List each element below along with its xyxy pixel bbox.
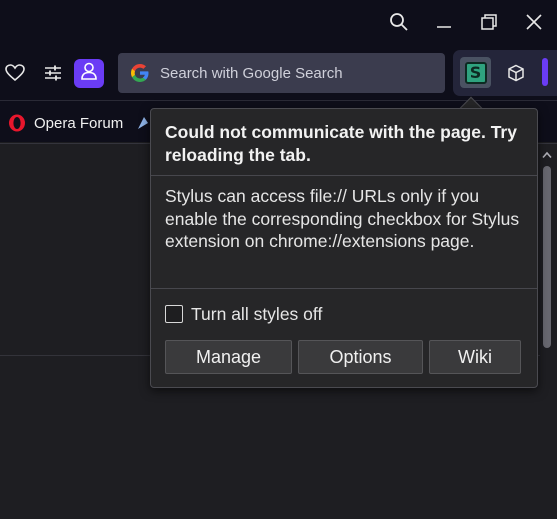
checkbox-label: Turn all styles off — [191, 303, 323, 324]
opera-icon — [8, 114, 26, 132]
search-placeholder: Search with Google Search — [160, 64, 343, 82]
restore-icon[interactable] — [474, 8, 504, 36]
scrollbar-thumb[interactable] — [543, 166, 551, 348]
cube-icon[interactable] — [503, 60, 529, 86]
divider — [151, 175, 537, 176]
close-icon[interactable] — [519, 8, 549, 36]
stylus-extension-icon: S — [464, 61, 487, 84]
info-message: Stylus can access file:// URLs only if y… — [165, 186, 520, 251]
bookmark-partial-icon[interactable] — [136, 115, 150, 131]
bookmark-label: Opera Forum — [34, 114, 124, 132]
disable-all-styles-checkbox[interactable] — [165, 305, 183, 323]
scroll-up-arrow[interactable] — [540, 148, 554, 162]
minimize-icon[interactable] — [429, 8, 459, 36]
sidebar-toggle[interactable] — [542, 58, 548, 86]
profile-button[interactable] — [74, 59, 104, 88]
google-icon — [130, 63, 150, 83]
error-message: Could not communicate with the page. Try… — [165, 122, 517, 165]
manage-button[interactable]: Manage — [165, 340, 292, 374]
sliders-icon[interactable] — [40, 60, 66, 86]
bookmark-opera-forum[interactable]: Opera Forum — [8, 112, 123, 134]
stylus-extension-button[interactable]: S — [460, 57, 491, 88]
wiki-button[interactable]: Wiki — [429, 340, 521, 374]
disable-all-styles-option[interactable]: Turn all styles off — [165, 303, 322, 325]
search-input[interactable]: Search with Google Search — [118, 53, 445, 93]
divider — [151, 288, 537, 289]
profile-icon — [81, 62, 97, 85]
heart-icon[interactable] — [2, 60, 28, 86]
options-button[interactable]: Options — [298, 340, 423, 374]
search-icon[interactable] — [384, 8, 414, 36]
